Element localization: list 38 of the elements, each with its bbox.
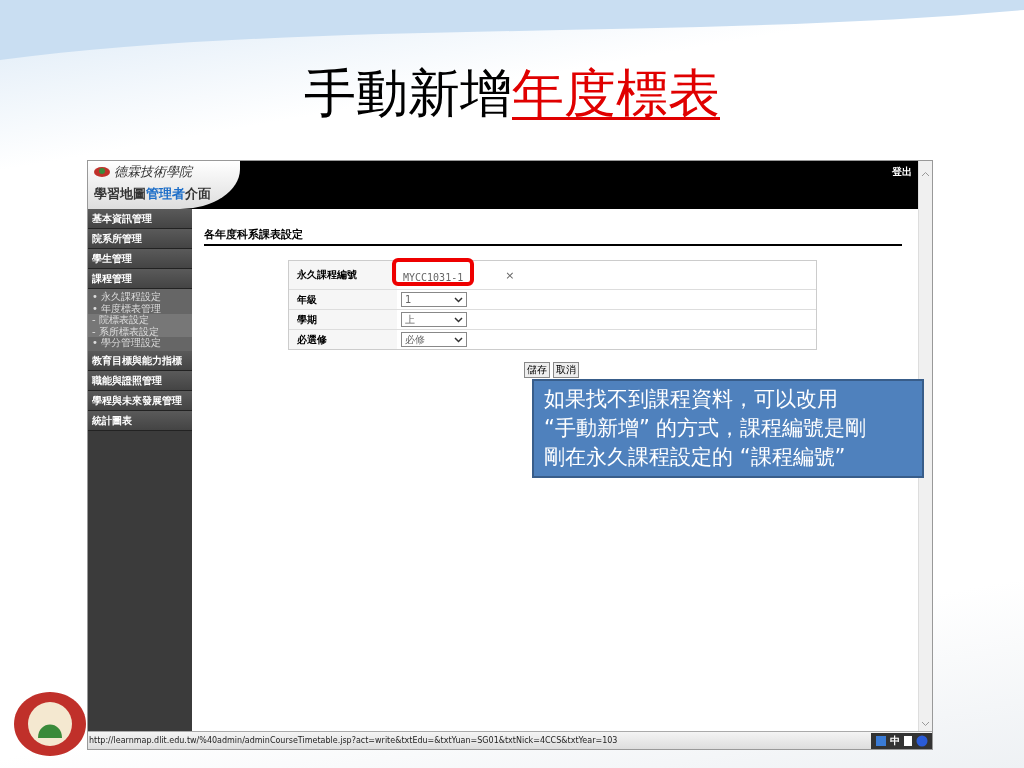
- dropdown[interactable]: 1: [401, 292, 467, 307]
- dropdown[interactable]: 必修: [401, 332, 467, 347]
- sidebar-item[interactable]: 教育目標與能力指標: [88, 350, 192, 371]
- sidebar-item[interactable]: 職能與證照管理: [88, 370, 192, 391]
- field-label: 學期: [296, 312, 318, 327]
- course-code-field[interactable]: MYCC1031-1: [401, 271, 466, 283]
- form-button[interactable]: 取消: [553, 362, 579, 378]
- field-label: 年級: [296, 292, 318, 307]
- window-icon[interactable]: [903, 734, 913, 747]
- scroll-up-icon[interactable]: [921, 171, 930, 177]
- field-label: 永久課程編號: [296, 268, 358, 282]
- sidebar-item[interactable]: 統計圖表: [88, 410, 192, 431]
- sidebar-item[interactable]: 課程管理: [88, 269, 192, 289]
- sidebar-subitem[interactable]: • 年度標表管理: [88, 302, 192, 314]
- slide-title: 手動新增年度標表: [304, 62, 720, 125]
- sidebar-item[interactable]: 學生管理: [88, 249, 192, 269]
- callout-note: 如果找不到課程資料，可以改用 “手動新增” 的方式，課程編號是剛 剛在永久課程設定的 “課程編號”: [532, 379, 924, 478]
- caret-icon: [454, 316, 463, 323]
- dropdown[interactable]: 上: [401, 312, 467, 327]
- form-button[interactable]: 儲存: [524, 362, 550, 378]
- clear-button[interactable]: ×: [505, 268, 515, 282]
- school-logo: 德霖技術學院: [94, 163, 234, 181]
- sidebar-item[interactable]: 基本資訊管理: [88, 209, 192, 229]
- scroll-down-icon[interactable]: [921, 721, 930, 727]
- ime-mode[interactable]: 中: [890, 733, 900, 748]
- logout-link[interactable]: 登出: [886, 161, 918, 183]
- scrollbar[interactable]: [918, 161, 932, 731]
- page-heading: 各年度科系課表設定: [204, 227, 902, 246]
- header-title: 學習地圖管理者介面: [94, 185, 212, 203]
- caret-icon: [454, 296, 463, 303]
- field-label: 必選修: [296, 332, 328, 347]
- ime-icon[interactable]: [875, 734, 887, 747]
- sidebar-subitem[interactable]: • 學分管理設定: [88, 337, 192, 349]
- sidebar-item[interactable]: 學程與未來發展管理: [88, 390, 192, 411]
- sidebar-item[interactable]: 院系所管理: [88, 229, 192, 249]
- caret-icon: [454, 336, 463, 343]
- status-url: http://learnmap.dlit.edu.tw/%40admin/adminCourseTimetable.jsp?act=write&txtEdu=&txtYuan=SG01&txtNick=4CCS&txtYear=103: [88, 736, 618, 745]
- sidebar-subitem[interactable]: • 永久課程設定: [88, 291, 192, 303]
